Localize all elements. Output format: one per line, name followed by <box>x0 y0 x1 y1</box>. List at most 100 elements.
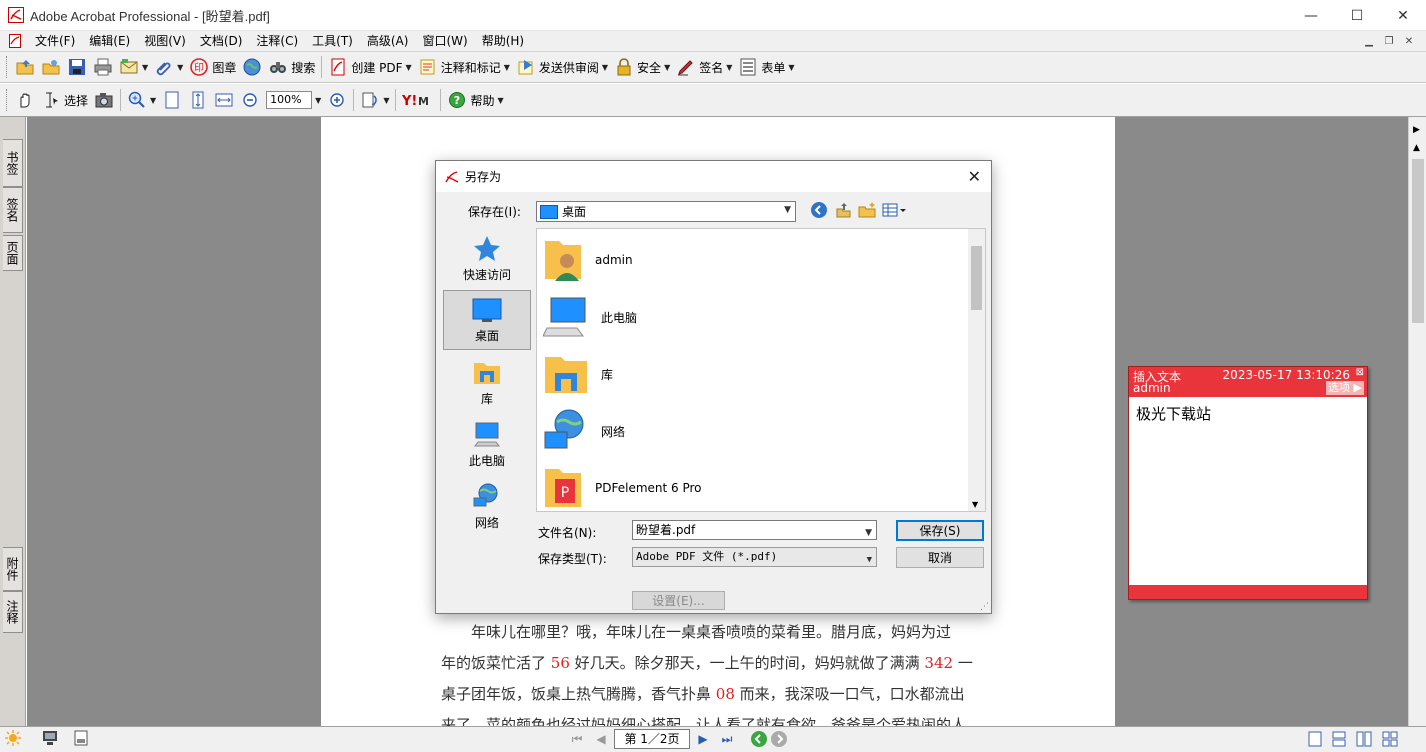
file-list-scrollbar[interactable]: ▼ <box>968 229 985 511</box>
web-search-button[interactable] <box>239 54 265 80</box>
view-menu-icon[interactable] <box>882 201 908 219</box>
options-button[interactable]: 选项 ▶ <box>1326 381 1364 395</box>
actual-size-button[interactable] <box>159 87 185 113</box>
comment-popup[interactable]: 插入文本 admin 2023-05-17 13:10:26 ⊠ 选项 ▶ 极光… <box>1128 366 1368 600</box>
document-icon[interactable] <box>8 34 22 48</box>
create-pdf-button[interactable]: 创建 PDF ▼ <box>325 54 414 80</box>
popup-close-icon[interactable]: ⊠ <box>1356 367 1364 378</box>
save-dialog-button[interactable]: 保存(S) <box>896 520 984 541</box>
bookmarks-tab[interactable]: 书签 <box>3 139 23 187</box>
signatures-tab[interactable]: 签名 <box>3 187 23 233</box>
scrollbar-thumb[interactable] <box>971 246 982 310</box>
prev-page-icon[interactable]: ◀ <box>590 728 612 750</box>
filename-field[interactable]: 盼望着.pdf ▼ <box>632 520 877 540</box>
file-item[interactable]: P PDFelement 6 Pro <box>543 461 963 515</box>
security-button[interactable]: 安全 ▼ <box>611 54 673 80</box>
next-page-icon[interactable]: ▶ <box>692 728 714 750</box>
yahoo-button[interactable]: Y! M <box>399 87 437 113</box>
minimize-button[interactable]: — <box>1288 0 1334 31</box>
menu-view[interactable]: 视图(V) <box>137 31 193 52</box>
help-button[interactable]: ? 帮助 ▼ <box>444 87 506 113</box>
toolbar-grip[interactable] <box>6 89 9 111</box>
save-button[interactable] <box>64 54 90 80</box>
place-network[interactable]: 网络 <box>443 476 531 536</box>
scroll-up-arrow-icon[interactable]: ▲ <box>1413 143 1420 153</box>
scroll-right-arrow-icon[interactable]: ▶ <box>1413 125 1420 135</box>
stamp-button[interactable]: 印 图章 <box>186 54 239 80</box>
menu-window[interactable]: 窗口(W) <box>415 31 474 52</box>
email-button[interactable]: ▼ <box>116 54 151 80</box>
comments-tab[interactable]: 注释 <box>3 591 23 633</box>
toolbar-grip[interactable] <box>6 56 9 78</box>
doc-close-icon[interactable]: ✕ <box>1400 33 1418 49</box>
go-back-icon[interactable] <box>750 730 768 748</box>
file-item[interactable]: 网络 <box>543 404 963 458</box>
zoom-input[interactable]: 100% <box>266 91 313 109</box>
comment-text[interactable]: 极光下载站 <box>1129 397 1367 430</box>
send-review-button[interactable]: 发送供审阅 ▼ <box>513 54 611 80</box>
hand-tool-button[interactable] <box>12 87 38 113</box>
attachments-tab[interactable]: 附件 <box>3 547 23 591</box>
cancel-button[interactable]: 取消 <box>896 547 984 568</box>
open-button[interactable] <box>12 54 38 80</box>
last-page-icon[interactable]: ⏭ <box>716 728 738 750</box>
vertical-scrollbar[interactable]: ▶ ▲ <box>1408 117 1426 726</box>
back-icon[interactable] <box>810 201 828 219</box>
menu-edit[interactable]: 编辑(E) <box>82 31 137 52</box>
file-item[interactable]: admin <box>543 233 963 287</box>
continuous-icon[interactable] <box>1332 731 1346 747</box>
file-item[interactable]: 此电脑 <box>543 290 963 344</box>
menu-tools[interactable]: 工具(T) <box>305 31 360 52</box>
menu-document[interactable]: 文档(D) <box>193 31 250 52</box>
sun-icon[interactable] <box>4 729 22 750</box>
scroll-down-arrow-icon[interactable]: ▼ <box>972 500 978 509</box>
monitor-icon[interactable] <box>42 730 58 749</box>
dialog-close-icon[interactable]: ✕ <box>968 167 981 186</box>
comment-popup-header[interactable]: 插入文本 admin 2023-05-17 13:10:26 ⊠ 选项 ▶ <box>1129 367 1367 397</box>
close-button[interactable]: ✕ <box>1380 0 1426 31</box>
rotate-button[interactable]: ▼ <box>357 87 392 113</box>
filetype-select[interactable]: Adobe PDF 文件 (*.pdf) ▼ <box>632 547 877 567</box>
attach-button[interactable]: ▼ <box>151 54 186 80</box>
chevron-down-icon[interactable]: ▼ <box>315 96 321 105</box>
sign-button[interactable]: 签名 ▼ <box>673 54 735 80</box>
organizer-button[interactable] <box>38 54 64 80</box>
first-page-icon[interactable]: ⏮ <box>566 728 588 750</box>
chevron-down-icon[interactable]: ▼ <box>867 551 872 569</box>
place-this-pc[interactable]: 此电脑 <box>443 414 531 474</box>
doc-restore-icon[interactable]: ❐ <box>1380 33 1398 49</box>
page-number-field[interactable]: 第 1／2页 <box>614 729 690 749</box>
file-list[interactable]: admin 此电脑 库 网络 P PDFelement 6 Pro ▼ <box>536 228 986 512</box>
go-forward-icon[interactable] <box>770 730 788 748</box>
chevron-down-icon[interactable]: ▼ <box>865 524 872 542</box>
save-in-combo[interactable]: 桌面 ▼ <box>536 201 796 222</box>
snapshot-button[interactable] <box>91 87 117 113</box>
comment-markup-button[interactable]: 注释和标记 ▼ <box>415 54 513 80</box>
scrollbar-thumb[interactable] <box>1412 159 1424 323</box>
maximize-button[interactable]: ☐ <box>1334 0 1380 31</box>
zoom-in-tool-button[interactable]: ▼ <box>124 87 159 113</box>
single-page-icon[interactable] <box>1308 731 1322 747</box>
facing-icon[interactable] <box>1356 731 1372 747</box>
forms-button[interactable]: 表单 ▼ <box>735 54 797 80</box>
dialog-title-bar[interactable]: 另存为 ✕ <box>436 161 991 192</box>
pages-tab[interactable]: 页面 <box>3 235 23 271</box>
zoom-out-button[interactable] <box>237 87 263 113</box>
continuous-facing-icon[interactable] <box>1382 731 1398 747</box>
resize-grip-icon[interactable]: ⋰ <box>980 602 989 612</box>
menu-help[interactable]: 帮助(H) <box>475 31 531 52</box>
fit-width-button[interactable] <box>211 87 237 113</box>
place-quick-access[interactable]: 快速访问 <box>443 228 531 288</box>
menu-comments[interactable]: 注释(C) <box>249 31 305 52</box>
chevron-down-icon[interactable]: ▼ <box>784 205 791 215</box>
fit-page-button[interactable] <box>185 87 211 113</box>
page-layout-icon[interactable] <box>74 730 88 749</box>
select-tool-button[interactable]: 选择 <box>38 87 91 113</box>
menu-advanced[interactable]: 高级(A) <box>360 31 416 52</box>
print-button[interactable] <box>90 54 116 80</box>
settings-button[interactable]: 设置(E)... <box>632 591 725 610</box>
search-button[interactable]: 搜索 <box>265 54 318 80</box>
place-desktop[interactable]: 桌面 <box>443 290 531 350</box>
file-item[interactable]: 库 <box>543 347 963 401</box>
zoom-combo[interactable]: 100% ▼ <box>263 87 324 113</box>
